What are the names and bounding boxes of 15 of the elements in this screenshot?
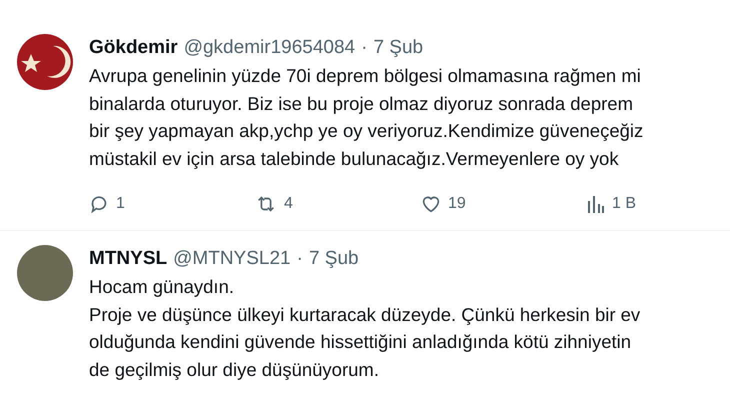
- repost-count: 4: [284, 194, 293, 214]
- display-name[interactable]: MTNYSL: [89, 245, 168, 273]
- like-count: 19: [448, 194, 466, 214]
- user-handle[interactable]: @gkdemir19654084: [184, 34, 356, 62]
- tweet-date[interactable]: 7 Şub: [308, 245, 359, 273]
- separator-dot: ·: [361, 36, 368, 60]
- tweet-text: Avrupa genelinin yüzde 70i deprem bölgesi olmamasına rağmen mi binalarda oturuyor. Biz ise bu proje olmaz diyoruz sonrada deprem bir şey yapmayan akp,ychp ye oy veriyoruz.Kendimize güveneçeğiz müstakil ev için arsa talebinde bulunacağız.Vermeyenlere oy yok: [89, 64, 644, 171]
- user-handle[interactable]: @MTNYSL21: [173, 245, 291, 273]
- display-name[interactable]: Gökdemir: [89, 34, 178, 62]
- separator-dot: ·: [296, 247, 303, 271]
- views-count: 1 B: [612, 194, 636, 214]
- tweet-date[interactable]: 7 Şub: [373, 34, 424, 62]
- bar-chart-icon[interactable]: [586, 193, 606, 215]
- reply-count: 1: [116, 194, 125, 214]
- tweet-text: Hocam günaydın. Proje ve düşünce ülkeyi kurtaracak düzeyde. Çünkü herkesin bir ev olduğunda kendini güvende hissettiğini anladığında kötü zihniyetin de geçilmiş olur diye düşünüyorum.: [89, 275, 640, 382]
